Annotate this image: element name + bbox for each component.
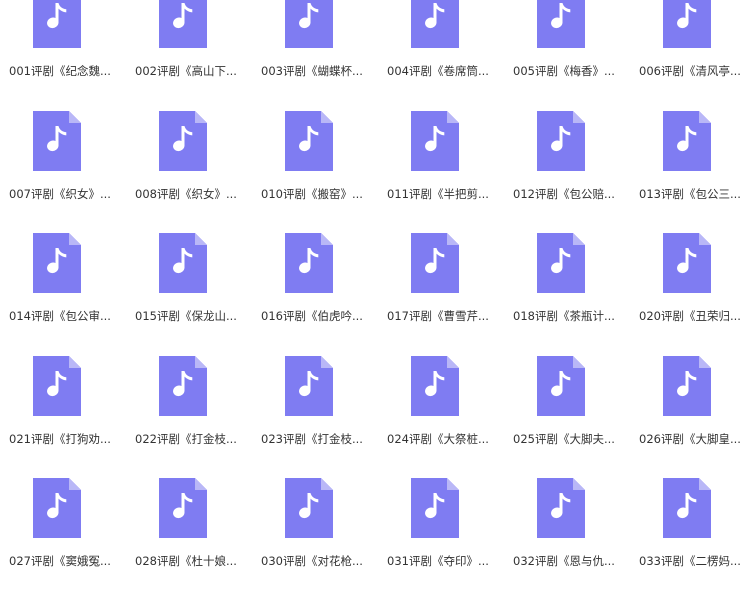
file-item[interactable]: 010评剧《搬窑》...: [252, 110, 378, 234]
file-name: 016评剧《伯虎吟...: [261, 309, 363, 323]
file-name: 027评剧《窦娥冤...: [9, 554, 111, 568]
file-item[interactable]: 022评剧《打金枝...: [126, 355, 252, 479]
music-file-icon: [537, 355, 585, 416]
file-item[interactable]: 004评剧《卷席筒...: [378, 0, 504, 111]
music-file-icon: [663, 233, 711, 293]
music-file-icon: [33, 110, 81, 171]
file-name: 011评剧《半把剪...: [387, 186, 489, 201]
file-name: 021评剧《打狗劝...: [9, 431, 111, 446]
music-file-icon: [159, 355, 207, 416]
file-name: 006评剧《清风亭...: [639, 64, 741, 78]
music-file-icon: [663, 478, 711, 538]
music-file-icon: [33, 0, 81, 48]
file-name: 026评剧《大脚皇...: [639, 431, 741, 446]
music-file-icon: [663, 0, 711, 48]
file-item[interactable]: 002评剧《高山下...: [126, 0, 252, 111]
file-item[interactable]: 020评剧《丑荣归...: [630, 233, 750, 356]
file-item[interactable]: 013评剧《包公三...: [630, 110, 750, 234]
file-name: 028评剧《杜十娘...: [135, 554, 237, 568]
file-item[interactable]: 015评剧《保龙山...: [126, 233, 252, 356]
file-name: 004评剧《卷席筒...: [387, 64, 489, 78]
music-file-icon: [537, 478, 585, 538]
file-name: 025评剧《大脚夫...: [513, 431, 615, 446]
file-name: 023评剧《打金枝...: [261, 431, 363, 446]
music-file-icon: [537, 0, 585, 48]
file-item[interactable]: 018评剧《茶瓶计...: [504, 233, 630, 356]
file-item[interactable]: 032评剧《恩与仇...: [504, 478, 630, 601]
file-item[interactable]: 030评剧《对花枪...: [252, 478, 378, 601]
file-name: 003评剧《蝴蝶杯...: [261, 64, 363, 78]
file-item[interactable]: 017评剧《曹雪芹...: [378, 233, 504, 356]
file-name: 017评剧《曹雪芹...: [387, 309, 489, 323]
file-name: 033评剧《二楞妈...: [639, 554, 741, 568]
music-file-icon: [537, 233, 585, 293]
file-item[interactable]: 011评剧《半把剪...: [378, 110, 504, 234]
file-item[interactable]: 003评剧《蝴蝶杯...: [252, 0, 378, 111]
music-file-icon: [285, 355, 333, 416]
music-file-icon: [33, 355, 81, 416]
file-name: 005评剧《梅香》...: [513, 64, 615, 78]
music-file-icon: [285, 233, 333, 293]
file-name: 020评剧《丑荣归...: [639, 309, 741, 323]
music-file-icon: [663, 355, 711, 416]
file-item[interactable]: 014评剧《包公审...: [0, 233, 126, 356]
music-file-icon: [33, 478, 81, 538]
music-file-icon: [33, 233, 81, 293]
file-item[interactable]: 021评剧《打狗劝...: [0, 355, 126, 479]
file-name: 031评剧《夺印》...: [387, 554, 489, 568]
file-item[interactable]: 016评剧《伯虎吟...: [252, 233, 378, 356]
file-item[interactable]: 012评剧《包公赔...: [504, 110, 630, 234]
file-name: 018评剧《茶瓶计...: [513, 309, 615, 323]
file-item[interactable]: 033评剧《二楞妈...: [630, 478, 750, 601]
file-item[interactable]: 001评剧《纪念魏...: [0, 0, 126, 111]
file-name: 002评剧《高山下...: [135, 64, 237, 78]
music-file-icon: [411, 233, 459, 293]
music-file-icon: [537, 110, 585, 171]
file-name: 001评剧《纪念魏...: [9, 64, 111, 78]
file-name: 032评剧《恩与仇...: [513, 554, 615, 568]
file-name: 012评剧《包公赔...: [513, 186, 615, 201]
file-name: 010评剧《搬窑》...: [261, 186, 363, 201]
file-item[interactable]: 024评剧《大祭桩...: [378, 355, 504, 479]
music-file-icon: [285, 478, 333, 538]
music-file-icon: [411, 110, 459, 171]
file-name: 022评剧《打金枝...: [135, 431, 237, 446]
file-item[interactable]: 027评剧《窦娥冤...: [0, 478, 126, 601]
music-file-icon: [285, 0, 333, 48]
file-item[interactable]: 005评剧《梅香》...: [504, 0, 630, 111]
file-item[interactable]: 028评剧《杜十娘...: [126, 478, 252, 601]
music-file-icon: [411, 0, 459, 48]
file-item[interactable]: 026评剧《大脚皇...: [630, 355, 750, 479]
music-file-icon: [411, 478, 459, 538]
file-item[interactable]: 025评剧《大脚夫...: [504, 355, 630, 479]
file-name: 008评剧《织女》...: [135, 186, 237, 201]
file-item[interactable]: 007评剧《织女》...: [0, 110, 126, 234]
file-name: 007评剧《织女》...: [9, 186, 111, 201]
file-grid: 001评剧《纪念魏... 002评剧《高山下... 003评剧《蝴蝶杯... 0…: [0, 0, 750, 601]
file-name: 013评剧《包公三...: [639, 186, 741, 201]
music-file-icon: [159, 233, 207, 293]
music-file-icon: [411, 355, 459, 416]
music-file-icon: [663, 110, 711, 171]
file-item[interactable]: 023评剧《打金枝...: [252, 355, 378, 479]
file-name: 014评剧《包公审...: [9, 309, 111, 323]
file-item[interactable]: 031评剧《夺印》...: [378, 478, 504, 601]
music-file-icon: [159, 110, 207, 171]
file-name: 015评剧《保龙山...: [135, 309, 237, 323]
file-name: 024评剧《大祭桩...: [387, 431, 489, 446]
music-file-icon: [285, 110, 333, 171]
music-file-icon: [159, 0, 207, 48]
file-item[interactable]: 008评剧《织女》...: [126, 110, 252, 234]
file-name: 030评剧《对花枪...: [261, 554, 363, 568]
music-file-icon: [159, 478, 207, 538]
file-item[interactable]: 006评剧《清风亭...: [630, 0, 750, 111]
